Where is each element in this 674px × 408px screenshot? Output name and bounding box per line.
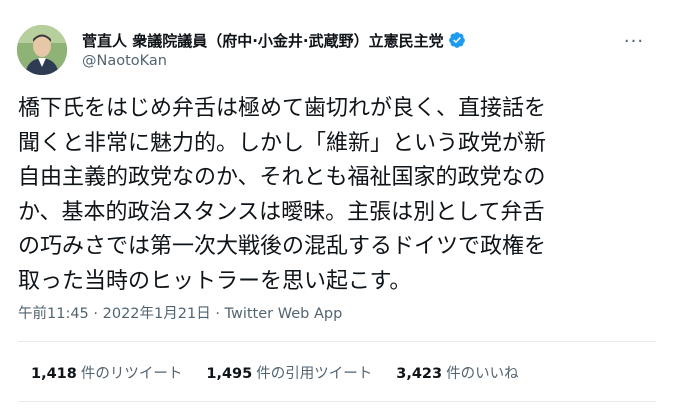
- tweet-text-line: 聞くと非常に魅力的。しかし「維新」という政党が新: [18, 130, 547, 156]
- verified-badge-icon: [448, 31, 466, 49]
- quote-tweets-count: 1,495: [206, 365, 253, 382]
- retweets-label: 件のリツイート: [80, 365, 183, 382]
- avatar[interactable]: [17, 25, 67, 75]
- tweet-stats: 1,418 件のリツイート 1,495 件の引用ツイート 3,423 件のいいね: [31, 362, 543, 382]
- tweet-text-line: 取った当時のヒットラーを思い起こす。: [18, 268, 412, 294]
- tweet-meta: 午前11:45 · 2022年1月21日 · Twitter Web App: [18, 302, 342, 323]
- divider: [18, 401, 656, 402]
- author-name-row[interactable]: 菅直人 衆議院議員（府中·小金井·武蔵野）立憲民主党: [82, 29, 466, 51]
- meta-separator: ·: [93, 306, 99, 322]
- tweet-text-line: か、基本的政治スタンスは曖昧。主張は別として弁舌: [18, 199, 545, 225]
- retweets-stat[interactable]: 1,418 件のリツイート: [31, 362, 182, 383]
- likes-count: 3,423: [396, 365, 443, 382]
- likes-label: 件のいいね: [446, 365, 519, 382]
- display-name[interactable]: 菅直人 衆議院議員（府中·小金井·武蔵野）立憲民主党: [82, 30, 444, 51]
- tweet-text-line: 自由主義的政党なのか、それとも福祉国家的政党なの: [18, 165, 546, 190]
- tweet-text: 橋下氏をはじめ弁舌は極めて歯切れが良く、直接話を 聞くと非常に魅力的。しかし「維…: [18, 92, 658, 299]
- likes-stat[interactable]: 3,423 件のいいね: [396, 362, 518, 383]
- author-handle[interactable]: @NaotoKan: [82, 53, 167, 69]
- tweet-date[interactable]: 2022年1月21日: [103, 306, 211, 322]
- quote-tweets-label: 件の引用ツイート: [256, 365, 373, 382]
- divider: [18, 341, 656, 342]
- more-options-icon[interactable]: ···: [622, 31, 646, 52]
- retweets-count: 1,418: [31, 365, 77, 382]
- tweet-text-line: 橋下氏をはじめ弁舌は極めて歯切れが良く、直接話を: [18, 96, 547, 121]
- tweet-text-line: の巧みさでは第一次大戦後の混乱するドイツで政権を: [18, 234, 547, 259]
- tweet-card: 菅直人 衆議院議員（府中·小金井·武蔵野）立憲民主党 @NaotoKan ···…: [0, 0, 674, 408]
- tweet-time[interactable]: 午前11:45: [18, 306, 89, 322]
- quote-tweets-stat[interactable]: 1,495 件の引用ツイート: [206, 362, 372, 383]
- meta-separator: ·: [215, 306, 220, 322]
- source-app-link[interactable]: Twitter Web App: [225, 306, 343, 322]
